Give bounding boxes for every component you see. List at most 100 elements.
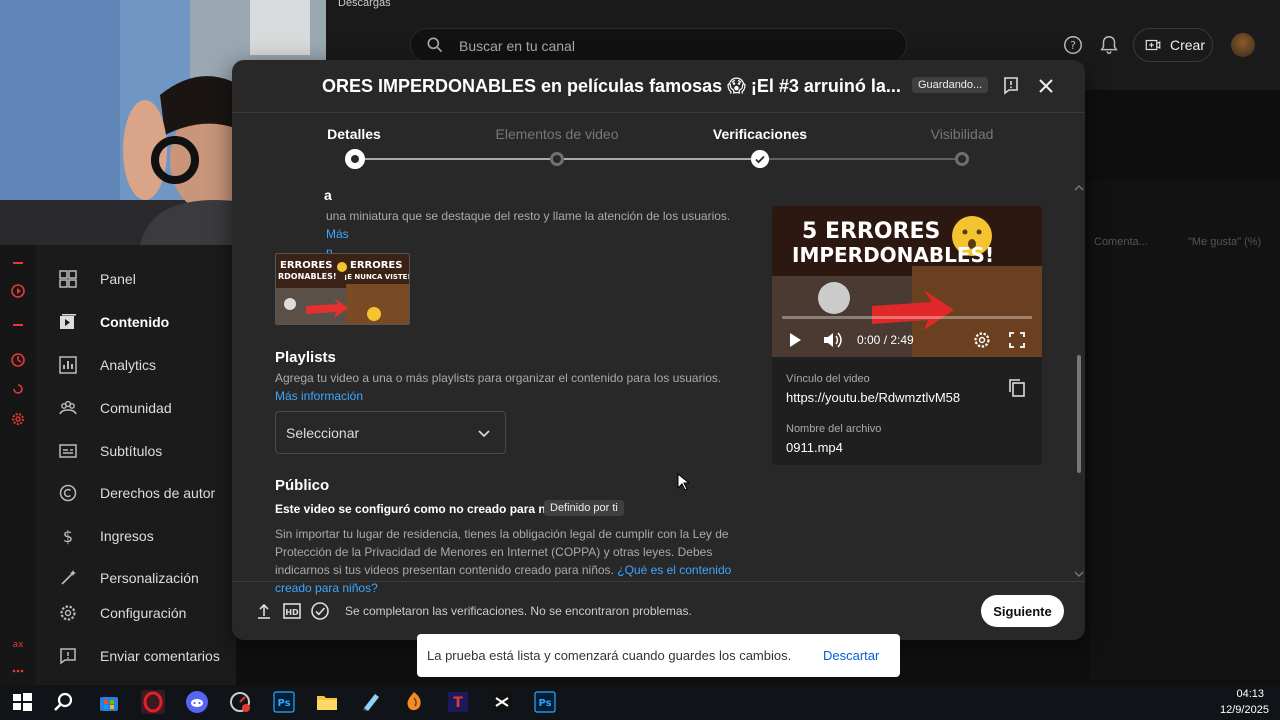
sidebar-item-label: Comunidad bbox=[100, 400, 172, 416]
step-label: Elementos de video bbox=[495, 126, 619, 142]
video-overlay-text: 5 ERRORES bbox=[802, 219, 940, 244]
taskbar-time[interactable]: 04:13 bbox=[1230, 688, 1264, 700]
opera-icon[interactable] bbox=[141, 690, 165, 714]
settings-icon[interactable] bbox=[972, 330, 992, 350]
video-time: 0:00 / 2:49 bbox=[857, 333, 914, 347]
community-icon bbox=[59, 400, 77, 415]
store-icon[interactable] bbox=[97, 690, 121, 714]
sidebar-item-subtitles[interactable]: Subtítulos bbox=[36, 432, 236, 470]
dialog-title: ORES IMPERDONABLES en películas famosas … bbox=[322, 76, 901, 96]
sidebar-item-feedback[interactable]: Enviar comentarios bbox=[36, 637, 236, 675]
step-label: Visibilidad bbox=[930, 126, 994, 142]
capcut-icon[interactable] bbox=[490, 690, 514, 714]
bell-icon[interactable] bbox=[1098, 34, 1120, 56]
step-checks[interactable]: Verificaciones bbox=[685, 126, 835, 142]
more-icon[interactable] bbox=[10, 663, 26, 679]
dashboard-icon bbox=[59, 270, 77, 288]
playlist-select-value: Seleccionar bbox=[286, 424, 360, 441]
notepad-icon[interactable] bbox=[359, 690, 383, 714]
step-visibility[interactable]: Visibilidad bbox=[887, 126, 1037, 142]
sidebar-item-settings[interactable]: Configuración bbox=[36, 594, 236, 632]
thumbnail-image[interactable]: ERRORES RDONABLES! ERRORES ¡E NUNCA VIST… bbox=[275, 253, 410, 325]
photoshop-icon[interactable]: Ps bbox=[533, 690, 557, 714]
search-icon[interactable] bbox=[52, 690, 76, 714]
create-video-icon bbox=[1145, 39, 1161, 51]
dash-icon[interactable] bbox=[10, 255, 26, 271]
video-player[interactable]: 5 ERRORES IMPERDONABLES! 0:00 / 2:49 bbox=[772, 206, 1042, 357]
sidebar-item-earnings[interactable]: $ Ingresos bbox=[36, 517, 236, 555]
play-circle-icon[interactable] bbox=[10, 283, 26, 299]
upload-icon[interactable] bbox=[254, 601, 274, 621]
playlists-more-link[interactable]: Más información bbox=[275, 389, 363, 403]
svg-text:$: $ bbox=[63, 527, 73, 546]
windows-start-icon[interactable] bbox=[10, 690, 34, 714]
close-icon[interactable] bbox=[1035, 75, 1057, 97]
loop-icon[interactable] bbox=[10, 381, 26, 397]
ax-icon[interactable]: ax bbox=[10, 635, 26, 651]
file-name-label: Nombre del archivo bbox=[786, 423, 882, 435]
background-content-table bbox=[1090, 180, 1280, 680]
sidebar-item-panel[interactable]: Panel bbox=[36, 260, 236, 298]
copy-icon[interactable] bbox=[1008, 378, 1026, 398]
thumbnail-picture: ERRORES RDONABLES! ERRORES ¡E NUNCA VIST… bbox=[276, 254, 409, 324]
video-progress-bar[interactable] bbox=[782, 316, 1032, 319]
step-current-dot bbox=[345, 149, 365, 169]
sidebar-item-content[interactable]: Contenido bbox=[36, 303, 236, 341]
sidebar-item-customization[interactable]: Personalización bbox=[36, 559, 236, 597]
feedback-icon bbox=[60, 648, 76, 665]
next-button[interactable]: Siguiente bbox=[981, 595, 1064, 627]
sidebar-item-label: Personalización bbox=[100, 570, 199, 586]
step-details[interactable]: Detalles bbox=[279, 126, 429, 142]
taskbar-date[interactable]: 12/9/2025 bbox=[1220, 704, 1269, 716]
sidebar-item-label: Configuración bbox=[100, 605, 187, 621]
checks-status: Se completaron las verificaciones. No se… bbox=[345, 604, 692, 618]
sidebar-item-label: Subtítulos bbox=[100, 443, 163, 459]
sidebar-item-label: Contenido bbox=[100, 314, 170, 330]
thumbnail-more-link[interactable]: Más bbox=[326, 227, 349, 241]
playlists-description: Agrega tu video a una o más playlists pa… bbox=[275, 369, 735, 405]
photoshop-icon[interactable]: Ps bbox=[272, 690, 296, 714]
speedometer-icon[interactable] bbox=[228, 690, 252, 714]
channel-search[interactable] bbox=[410, 28, 907, 62]
hd-icon[interactable]: HD bbox=[282, 601, 302, 621]
video-link[interactable]: https://youtu.be/RdwmztlvM58 bbox=[786, 390, 960, 405]
sidebar-item-copyright[interactable]: Derechos de autor bbox=[36, 474, 236, 512]
dismiss-button[interactable]: Descartar bbox=[823, 648, 879, 663]
dialog-content: a una miniatura que se destaque del rest… bbox=[232, 181, 1085, 595]
step-video-elements[interactable]: Elementos de video bbox=[482, 126, 632, 142]
volume-icon[interactable] bbox=[822, 330, 844, 350]
folder-icon[interactable] bbox=[315, 690, 339, 714]
saving-badge: Guardando... bbox=[912, 77, 989, 93]
play-icon[interactable] bbox=[788, 332, 802, 348]
step-label: Detalles bbox=[327, 126, 381, 142]
discord-icon[interactable] bbox=[185, 690, 209, 714]
fullscreen-icon[interactable] bbox=[1009, 332, 1025, 348]
dialog-divider bbox=[232, 112, 1085, 113]
search-input[interactable] bbox=[459, 35, 879, 57]
column-header-likes[interactable]: "Me gusta" (%) bbox=[1188, 236, 1261, 248]
mouse-cursor-icon bbox=[677, 473, 689, 491]
clock-icon[interactable] bbox=[10, 352, 26, 368]
fl-studio-icon[interactable] bbox=[402, 690, 426, 714]
playlists-description-text: Agrega tu video a una o más playlists pa… bbox=[275, 371, 722, 385]
playlist-select[interactable]: Seleccionar bbox=[275, 411, 506, 454]
trackmania-icon[interactable]: T bbox=[446, 690, 470, 714]
check-circle-icon[interactable] bbox=[310, 601, 330, 621]
report-flag-icon[interactable] bbox=[1000, 75, 1022, 97]
dash-icon[interactable] bbox=[10, 317, 26, 333]
file-name: 0911.mp4 bbox=[786, 440, 843, 455]
svg-text:?: ? bbox=[1070, 39, 1076, 52]
svg-text:HD: HD bbox=[285, 608, 299, 617]
thumbnail-text: ERRORES bbox=[280, 260, 332, 271]
set-by-you-badge: Definido por ti bbox=[544, 500, 624, 516]
create-button[interactable]: Crear bbox=[1133, 28, 1213, 62]
sidebar-item-label: Panel bbox=[100, 271, 136, 287]
help-icon[interactable]: ? bbox=[1062, 34, 1084, 56]
sidebar-item-analytics[interactable]: Analytics bbox=[36, 346, 236, 384]
check-icon bbox=[751, 150, 769, 168]
downloads-label[interactable]: Descargas bbox=[338, 0, 391, 9]
sidebar-item-community[interactable]: Comunidad bbox=[36, 389, 236, 427]
avatar[interactable] bbox=[1231, 33, 1255, 57]
column-header-comments[interactable]: Comenta... bbox=[1094, 236, 1148, 248]
gear-icon[interactable] bbox=[10, 411, 26, 427]
